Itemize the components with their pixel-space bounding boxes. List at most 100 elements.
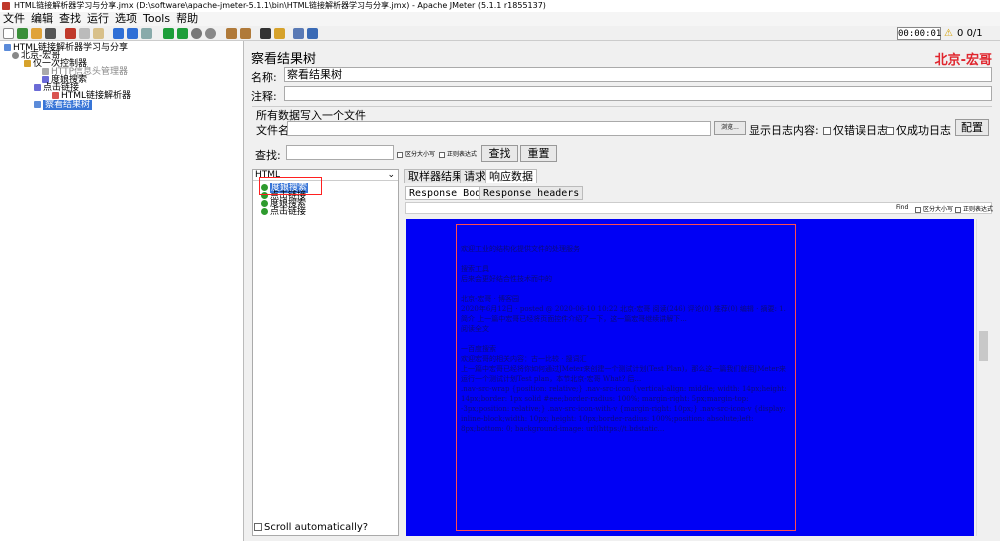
paste-icon[interactable] — [93, 28, 104, 39]
log-content-label: 显示日志内容: — [749, 124, 819, 137]
new-file-icon[interactable] — [3, 28, 14, 39]
window-title-bar: HTML链接解析器学习与分享.jmx (D:\software\apache-j… — [0, 0, 1000, 12]
save-icon[interactable] — [45, 28, 56, 39]
checkbox-box — [915, 206, 921, 213]
selected-result-highlight — [259, 177, 322, 195]
expand-icon[interactable] — [113, 28, 124, 39]
body-line: 欢迎宏哥的相关内容：古一比较 · 搜词汇 — [461, 355, 587, 363]
status-counts: 0 0/1 — [957, 28, 983, 39]
view-results-tree-panel: 察看结果树 北京-宏哥 名称: 察看结果树 注释: 所有数据写入一个文件 文件名… — [248, 44, 996, 541]
results-list: HTML ⌄ 度娘搜索 点击链接 度娘搜索 点击链接 Scroll automat… — [252, 169, 399, 536]
browse-button[interactable]: 浏览... — [714, 121, 746, 135]
elapsed-timer: 00:00:01 — [897, 27, 942, 40]
file-name-input[interactable] — [287, 121, 711, 136]
menu-search[interactable]: 查找 — [56, 12, 84, 26]
menu-run[interactable]: 运行 — [84, 12, 112, 26]
body-line: 后来会更好结合性技术而中的 — [461, 275, 552, 283]
body-line: 搜索工具 — [461, 265, 489, 273]
menu-help[interactable]: 帮助 — [173, 12, 201, 26]
find-label: Find — [896, 204, 909, 211]
menu-file[interactable]: 文件 — [0, 12, 28, 26]
checkbox-box — [254, 523, 262, 531]
search-label: 查找: — [255, 149, 281, 162]
sampler-icon — [34, 84, 41, 91]
result-item[interactable]: 点击链接 — [261, 208, 306, 217]
vertical-scrollbar[interactable] — [976, 219, 990, 536]
name-label: 名称: — [251, 71, 277, 84]
templates-icon[interactable] — [17, 28, 28, 39]
tab-sampler-result[interactable]: 取样器结果 — [404, 169, 467, 183]
open-folder-icon[interactable] — [31, 28, 42, 39]
checkbox-box — [886, 127, 894, 135]
checkbox-box — [823, 127, 831, 135]
find-options[interactable]: 区分大小写 正则表达式 — [915, 204, 993, 213]
body-line — [461, 284, 791, 294]
test-plan-tree: HTML链接解析器学习与分享 北京-宏哥 仅一次控制器 HTTP信息头管理器 度… — [0, 41, 244, 541]
reset-button[interactable]: 重置 — [520, 145, 557, 162]
menu-tools[interactable]: Tools — [140, 12, 173, 26]
reset-search-icon[interactable] — [274, 28, 285, 39]
start-no-pause-icon[interactable] — [177, 28, 188, 39]
stop-icon[interactable] — [191, 28, 202, 39]
errors-only-checkbox[interactable]: 仅错误日志 — [823, 122, 888, 138]
file-name-label: 文件名 — [256, 124, 289, 137]
toggle-icon[interactable] — [141, 28, 152, 39]
tab-response-headers[interactable]: Response headers — [479, 186, 584, 200]
body-line: 2020年6月12日 · posted @ 2020-06-10 10:22 北… — [461, 305, 786, 323]
body-line: 一百度搜索 — [461, 345, 496, 353]
collapse-icon[interactable] — [127, 28, 138, 39]
menu-bar: 文件 编辑 查找 运行 选项 Tools 帮助 — [0, 12, 1000, 26]
controller-icon — [24, 60, 31, 67]
rendered-body-text: 欢迎工业的结构化提供文件的处理服务 搜索工具后来会更好结合性技术而中的 北京-宏… — [461, 244, 791, 434]
comment-label: 注释: — [251, 90, 277, 103]
comment-input[interactable] — [284, 86, 992, 101]
success-only-checkbox[interactable]: 仅成功日志 — [886, 122, 951, 138]
thread-group-icon — [12, 52, 19, 59]
search-input[interactable] — [286, 145, 394, 160]
regex-checkbox[interactable]: 正则表达式 — [439, 149, 477, 158]
tree-node-view-results[interactable]: 察看结果树 — [34, 100, 93, 110]
brand-watermark: 北京-宏哥 — [934, 53, 992, 68]
success-shield-icon — [261, 200, 268, 207]
find-bar: Find 区分大小写 正则表达式 — [405, 202, 993, 214]
search-button[interactable]: 查找 — [481, 145, 518, 162]
test-plan-icon — [4, 44, 11, 51]
jmeter-app-icon — [2, 2, 10, 10]
success-shield-icon — [261, 208, 268, 215]
checkbox-box — [397, 151, 403, 158]
binoculars-search-icon[interactable] — [260, 28, 271, 39]
case-sensitive-checkbox[interactable]: 区分大小写 — [397, 149, 435, 158]
checkbox-box — [954, 206, 961, 213]
panel-title: 察看结果树 — [251, 52, 317, 67]
body-line — [461, 254, 791, 264]
clear-icon[interactable] — [226, 28, 237, 39]
body-line: 北京-宏哥 · 博客园 — [461, 295, 520, 303]
scrollbar-thumb[interactable] — [979, 331, 988, 361]
shutdown-icon[interactable] — [205, 28, 216, 39]
scroll-automatically-checkbox[interactable]: Scroll automatically? — [254, 522, 368, 533]
tab-response-data[interactable]: 响应数据 — [485, 169, 537, 183]
html-render-area: 欢迎工业的结构化提供文件的处理服务 搜索工具后来会更好结合性技术而中的 北京-宏… — [406, 219, 974, 536]
body-line: .nav-src-wrap {position: relative;} .nav… — [461, 385, 789, 433]
window-title: HTML链接解析器学习与分享.jmx (D:\software\apache-j… — [14, 1, 546, 10]
sampler-icon — [42, 76, 49, 83]
body-line: 上一篇中宏哥已经将你如何通过JMeter来创建一个测试计划(Test Plan)… — [461, 365, 786, 383]
listener-icon — [34, 101, 41, 108]
copy-icon[interactable] — [79, 28, 90, 39]
clear-all-icon[interactable] — [240, 28, 251, 39]
body-line: 阅读全文 — [461, 325, 489, 333]
warning-icon[interactable]: ⚠ — [944, 27, 956, 40]
checkbox-box — [439, 151, 445, 158]
name-input[interactable]: 察看结果树 — [284, 67, 992, 82]
help-icon[interactable] — [307, 28, 318, 39]
menu-options[interactable]: 选项 — [112, 12, 140, 26]
menu-edit[interactable]: 编辑 — [28, 12, 56, 26]
preprocessor-icon — [52, 92, 59, 99]
start-icon[interactable] — [163, 28, 174, 39]
function-helper-icon[interactable] — [293, 28, 304, 39]
configure-button[interactable]: 配置 — [955, 119, 989, 136]
cut-icon[interactable] — [65, 28, 76, 39]
body-line: 欢迎工业的结构化提供文件的处理服务 — [461, 245, 580, 253]
toolbar: 00:00:01 ⚠ 0 0/1 — [0, 26, 1000, 41]
config-element-icon — [42, 68, 49, 75]
